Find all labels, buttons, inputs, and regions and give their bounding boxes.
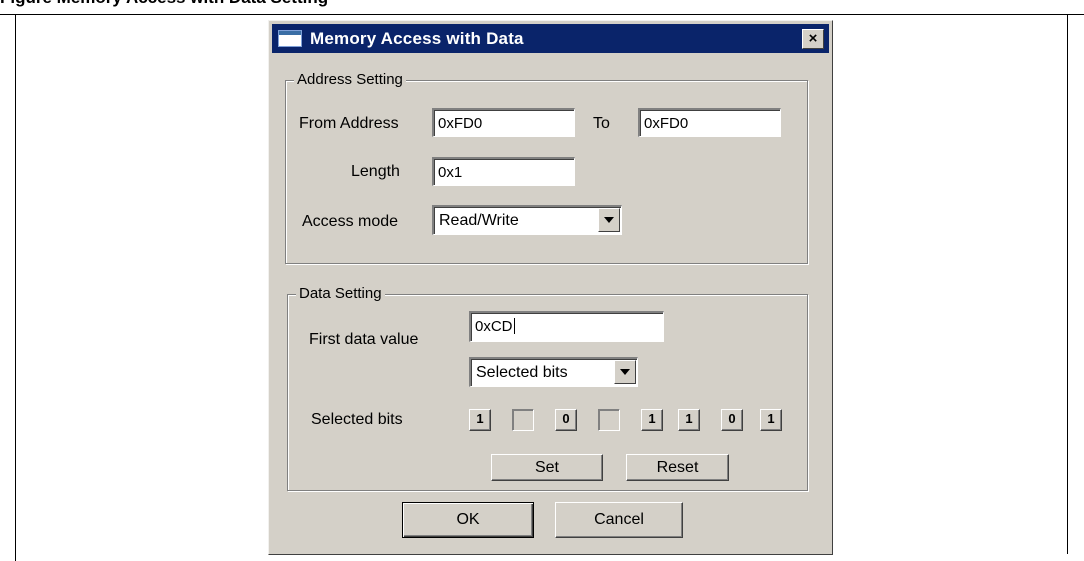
first-data-value-text: 0xCD — [475, 318, 513, 335]
from-address-label: From Address — [299, 115, 399, 132]
window-icon — [278, 30, 302, 47]
bit-1-toggle[interactable]: 0 — [721, 409, 743, 431]
ok-button[interactable]: OK — [402, 502, 534, 538]
length-label: Length — [351, 163, 400, 180]
reset-button[interactable]: Reset — [626, 454, 729, 481]
bit-6-toggle[interactable] — [512, 409, 534, 431]
figure-frame-right — [1067, 14, 1068, 554]
dialog-title: Memory Access with Data — [310, 29, 524, 48]
text-caret — [513, 318, 515, 334]
bit-0-toggle[interactable]: 1 — [760, 409, 782, 431]
address-setting-label: Address Setting — [294, 71, 406, 88]
bit-3-toggle[interactable]: 1 — [641, 409, 663, 431]
data-setting-label: Data Setting — [296, 285, 385, 302]
document-caption: Figure Memory Access with Data Setting — [0, 0, 328, 8]
dialog-titlebar[interactable]: Memory Access with Data × — [272, 24, 829, 53]
figure-frame-left — [15, 14, 16, 561]
bit-4-toggle[interactable] — [598, 409, 620, 431]
chevron-down-icon[interactable] — [598, 208, 620, 232]
bit-2-toggle[interactable]: 1 — [678, 409, 700, 431]
from-address-field[interactable]: 0xFD0 — [432, 108, 575, 137]
first-data-value-label: First data value — [309, 331, 419, 348]
close-icon: × — [808, 30, 818, 47]
bit-7-toggle[interactable]: 1 — [469, 409, 491, 431]
document-caption-strip: Figure Memory Access with Data Setting — [0, 0, 1084, 19]
selected-bits-label: Selected bits — [311, 411, 403, 428]
close-button[interactable]: × — [802, 29, 824, 49]
access-mode-select[interactable]: Read/Write — [432, 205, 622, 235]
access-mode-label: Access mode — [302, 213, 399, 230]
to-label: To — [593, 115, 610, 132]
to-address-field[interactable]: 0xFD0 — [638, 108, 781, 137]
data-mode-select[interactable]: Selected bits — [469, 357, 638, 387]
data-mode-value: Selected bits — [476, 364, 568, 381]
memory-access-dialog: Memory Access with Data × Address Settin… — [268, 20, 833, 555]
caption-rule — [0, 14, 1084, 15]
cancel-button[interactable]: Cancel — [555, 502, 683, 538]
set-button[interactable]: Set — [491, 454, 603, 481]
first-data-value-field[interactable]: 0xCD — [469, 311, 664, 342]
length-field[interactable]: 0x1 — [432, 157, 575, 186]
bit-5-toggle[interactable]: 0 — [555, 409, 577, 431]
access-mode-value: Read/Write — [439, 212, 519, 229]
chevron-down-icon[interactable] — [614, 360, 636, 384]
